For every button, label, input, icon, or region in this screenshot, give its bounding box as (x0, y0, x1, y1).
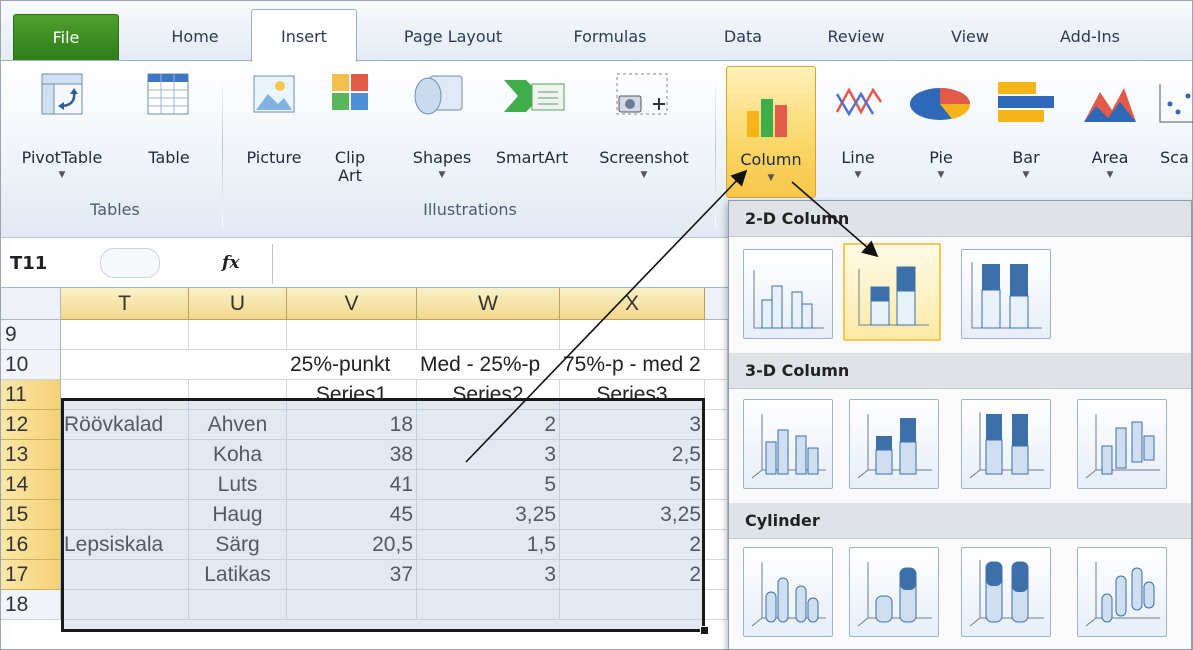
arrow-to-stacked-column (791, 181, 879, 258)
annotation-arrows (465, 169, 879, 463)
arrow-to-column-button (465, 169, 748, 463)
tab-insert[interactable]: Insert (251, 9, 357, 62)
